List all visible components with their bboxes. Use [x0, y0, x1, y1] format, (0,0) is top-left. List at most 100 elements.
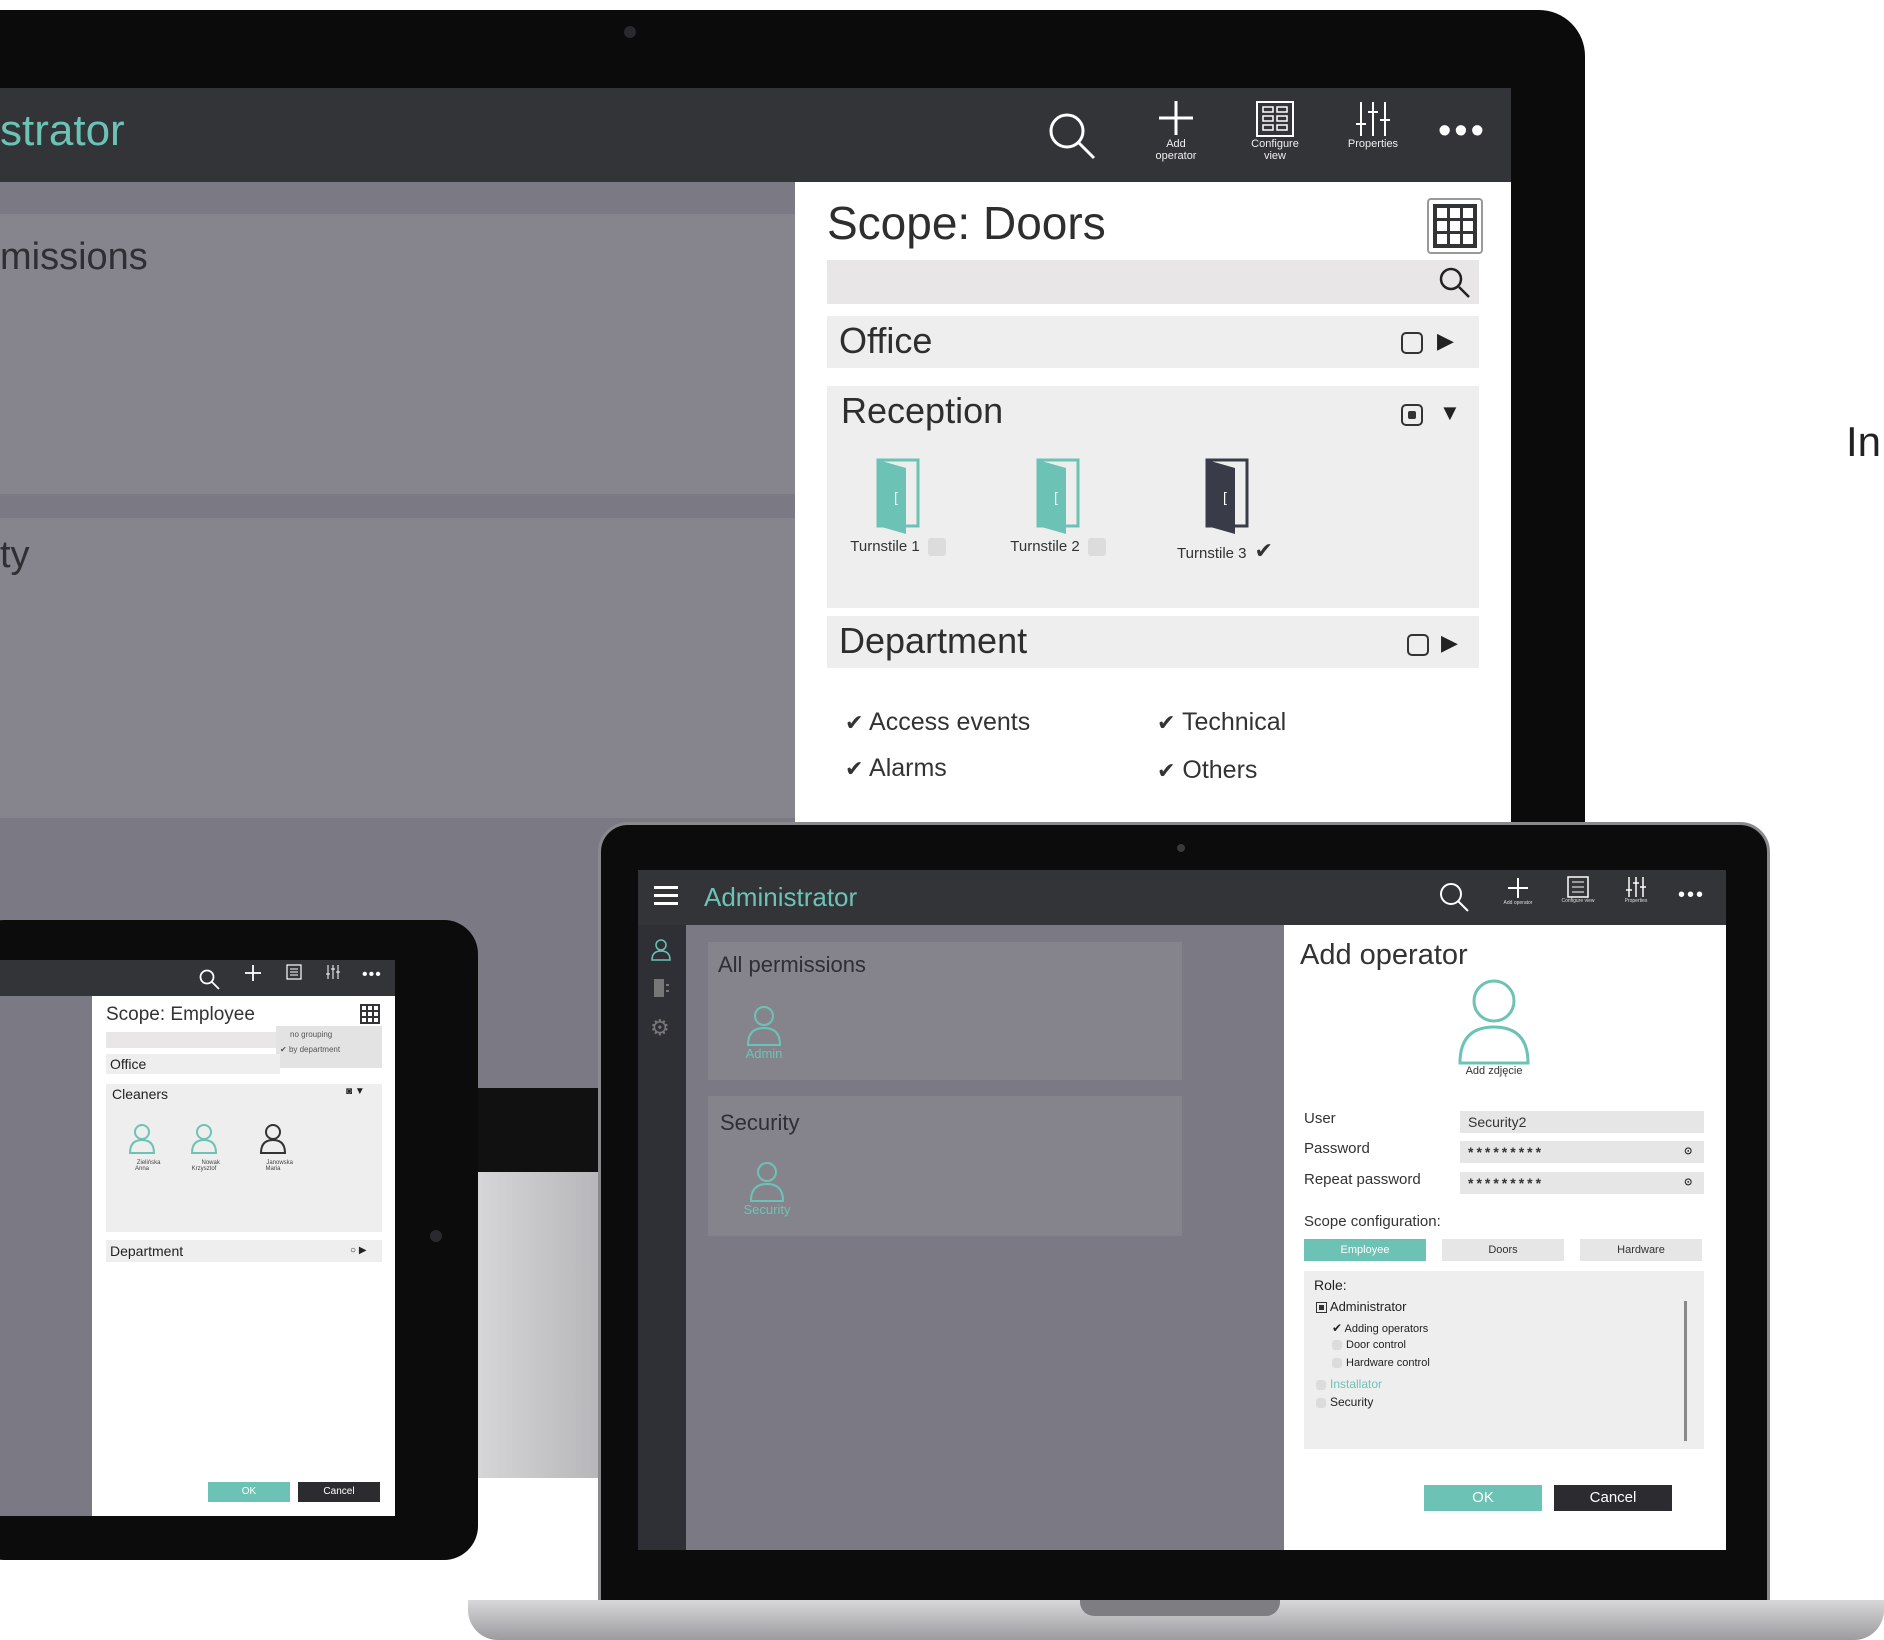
grouping-option-selected[interactable]: ✔ by department: [276, 1043, 382, 1056]
grouping-option[interactable]: no grouping: [276, 1026, 382, 1043]
grid-view-icon: [1256, 101, 1294, 137]
group-office-label: Office: [839, 320, 933, 361]
door-icon: [: [876, 458, 920, 534]
person-icon: [190, 1124, 218, 1154]
event-others[interactable]: ✔ Others: [1157, 756, 1257, 785]
more-icon[interactable]: •••: [1678, 884, 1705, 907]
eye-icon[interactable]: ⊙: [1684, 1141, 1695, 1163]
eye-icon[interactable]: ⊙: [1684, 1172, 1695, 1194]
security-group: ty: [0, 518, 795, 818]
role-adding-operators[interactable]: ✔ Adding operators: [1332, 1321, 1428, 1335]
scrollbar[interactable]: [1684, 1301, 1687, 1441]
plus-icon: [1508, 878, 1528, 898]
sliders-icon: [1356, 102, 1390, 136]
cancel-button[interactable]: Cancel: [298, 1482, 380, 1502]
more-icon[interactable]: •••: [1438, 110, 1487, 153]
role-hardware-control[interactable]: Hardware control: [1332, 1357, 1430, 1369]
event-access-events[interactable]: ✔ Access events: [845, 708, 1030, 737]
caret-down-icon[interactable]: ▼: [1439, 400, 1461, 426]
role-administrator[interactable]: Administrator: [1316, 1299, 1406, 1314]
monitor-camera: [624, 26, 636, 38]
check-icon[interactable]: ✔: [1255, 538, 1273, 563]
repeat-password-field[interactable]: ********* ⊙: [1460, 1172, 1704, 1194]
laptop-app-title: Administrator: [704, 882, 858, 912]
person-icon: [259, 1124, 287, 1154]
scope-tab-doors[interactable]: Doors: [1442, 1239, 1564, 1261]
user-field[interactable]: Security2: [1460, 1111, 1704, 1133]
event-alarms[interactable]: ✔ Alarms: [845, 754, 947, 783]
door-checkbox[interactable]: [927, 538, 946, 557]
check-icon: ✔: [1157, 758, 1176, 783]
caret-right-icon[interactable]: ▶: [1437, 328, 1454, 354]
configure-view-button[interactable]: Configure view: [1558, 876, 1598, 904]
add-operator-button[interactable]: Add operator: [1498, 876, 1538, 906]
add-operator-label: Add operator: [1155, 138, 1197, 162]
cancel-button[interactable]: Cancel: [1554, 1485, 1672, 1511]
security-group-title: ty: [0, 534, 30, 576]
person-card[interactable]: Zielińska Anna: [112, 1110, 172, 1178]
person-icon: [749, 1162, 785, 1202]
person-icon: [746, 1006, 782, 1046]
door-turnstile-1[interactable]: [ Turnstile 1: [843, 458, 953, 557]
nav-rail: ⚙: [638, 925, 686, 1550]
menu-icon[interactable]: [654, 886, 678, 905]
password-label: Password: [1304, 1140, 1370, 1157]
group-all-permissions[interactable]: All permissions Admin: [708, 942, 1182, 1080]
group-all-permissions-label: All permissions: [718, 952, 866, 977]
add-operator-button[interactable]: Add operator: [1148, 98, 1204, 162]
tablet-group-department[interactable]: Department ○ ▶: [106, 1240, 382, 1262]
add-photo-button[interactable]: Add zdjęcie: [1434, 973, 1554, 1077]
ok-button[interactable]: OK: [208, 1482, 290, 1502]
scope-config-label: Scope configuration:: [1304, 1213, 1441, 1230]
group-reception[interactable]: Reception ▼ [ Turnstile 1 [ Turnstile 2 …: [827, 386, 1479, 608]
event-technical[interactable]: ✔ Technical: [1157, 708, 1286, 737]
user-admin[interactable]: Admin: [734, 1004, 794, 1061]
properties-button[interactable]: Properties: [1338, 100, 1408, 150]
caret-right-icon[interactable]: ▶: [1441, 630, 1458, 656]
tablet-group-cleaners[interactable]: Cleaners ◙ ▼ Zielińska Anna Nowak Krzysz…: [106, 1084, 382, 1232]
search-button[interactable]: [1046, 110, 1098, 162]
scope-tab-employee[interactable]: Employee: [1304, 1239, 1426, 1261]
users-icon[interactable]: [650, 937, 672, 961]
password-field[interactable]: ********* ⊙: [1460, 1141, 1704, 1163]
check-icon: ✔: [845, 756, 864, 781]
caret-down-icon[interactable]: ◙ ▼: [346, 1086, 365, 1097]
scope-title: Scope: Doors: [827, 197, 1106, 249]
group-office-checkbox[interactable]: [1401, 332, 1423, 354]
configure-view-label: Configure view: [1251, 138, 1299, 162]
more-icon[interactable]: •••: [362, 966, 382, 984]
group-office[interactable]: Office ▶: [827, 316, 1479, 368]
group-department[interactable]: Department ▶: [827, 616, 1479, 668]
group-reception-checkbox[interactable]: [1401, 404, 1423, 426]
laptop-camera: [1177, 844, 1185, 852]
properties-button[interactable]: Properties: [1614, 876, 1658, 904]
user-security[interactable]: Security: [734, 1160, 800, 1217]
door-turnstile-3[interactable]: [ Turnstile 3 ✔: [1165, 458, 1285, 564]
tablet-camera: [430, 1230, 442, 1242]
configure-view-button[interactable]: Configure view: [1240, 100, 1310, 162]
group-department-checkbox[interactable]: [1407, 634, 1429, 656]
door-icon[interactable]: [652, 977, 670, 999]
user-label: User: [1304, 1110, 1336, 1127]
person-card[interactable]: Janowska Maria: [240, 1110, 306, 1178]
door-label: Turnstile 2: [1010, 538, 1080, 555]
door-turnstile-2[interactable]: [ Turnstile 2: [1003, 458, 1113, 557]
person-card[interactable]: Nowak Krzysztof: [172, 1110, 236, 1178]
door-checkbox[interactable]: [1087, 538, 1106, 557]
door-icon: [: [1036, 458, 1080, 534]
scope-search-input[interactable]: [827, 260, 1479, 304]
role-security[interactable]: Security: [1316, 1395, 1373, 1409]
scope-tab-hardware[interactable]: Hardware: [1580, 1239, 1702, 1261]
tablet-group-cleaners-label: Cleaners: [112, 1086, 169, 1102]
tablet-group-office[interactable]: Office: [106, 1054, 280, 1074]
role-door-control[interactable]: Door control: [1332, 1339, 1406, 1351]
gear-icon[interactable]: ⚙: [650, 1015, 670, 1041]
search-icon: [199, 969, 220, 990]
group-security[interactable]: Security Security: [708, 1096, 1182, 1236]
grid-icon[interactable]: [360, 1004, 380, 1024]
ok-button[interactable]: OK: [1424, 1485, 1542, 1511]
grouping-button[interactable]: [1427, 198, 1483, 254]
role-installator[interactable]: Installator: [1316, 1377, 1382, 1391]
person-icon: [1458, 979, 1530, 1065]
search-icon[interactable]: [1438, 881, 1470, 913]
